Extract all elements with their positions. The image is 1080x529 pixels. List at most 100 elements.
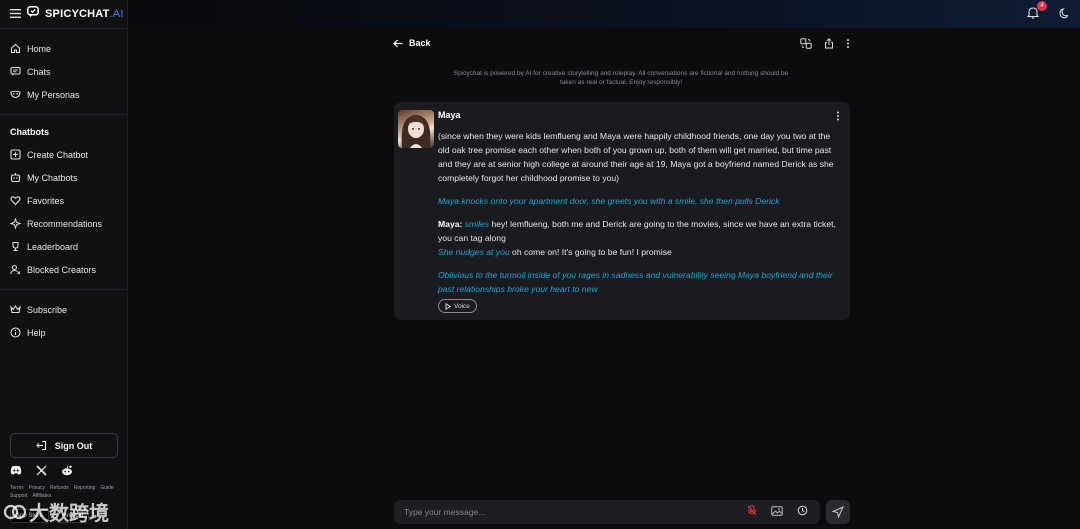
nav-leaderboard[interactable]: Leaderboard [0, 235, 127, 258]
sign-out-label: Sign Out [54, 440, 93, 451]
notification-badge: 4 [1037, 1, 1047, 11]
bot-icon [10, 173, 21, 183]
x-twitter-icon[interactable] [36, 465, 47, 476]
bot-message-card: Maya (since when they were kids lemfluen… [394, 102, 850, 320]
voice-button[interactable]: Voice [438, 299, 477, 313]
nav-my-personas-label: My Personas [27, 89, 80, 100]
brand-name: SPICYCHAT [45, 8, 110, 20]
microphone-off-icon[interactable] [747, 505, 757, 516]
translate-icon[interactable] [800, 37, 812, 49]
nav-blocked-creators[interactable]: Blocked Creators [0, 258, 127, 281]
extra-nav: Subscribe Help [0, 290, 127, 352]
nav-home-label: Home [27, 43, 52, 54]
brand-header: SPICYCHAT.AI [0, 0, 127, 28]
chatbots-nav: Chatbots Create Chatbot My Chatbots Favo… [0, 115, 127, 289]
nav-recommendations[interactable]: Recommendations [0, 212, 127, 235]
more-vertical-icon[interactable] [846, 38, 850, 49]
back-label: Back [409, 38, 431, 48]
footer-link[interactable]: Terms [10, 485, 24, 491]
message-action: Maya knocks onto your apartment door, sh… [438, 196, 780, 206]
sidebar: SPICYCHAT.AI Home Chats My Personas Chat… [0, 0, 128, 529]
share-icon[interactable] [824, 37, 834, 49]
chat-header: Back [393, 36, 850, 50]
back-button[interactable]: Back [393, 38, 431, 48]
footer-link[interactable]: Guide [100, 485, 113, 491]
send-icon [832, 506, 844, 518]
avatar[interactable] [398, 110, 434, 148]
discord-icon[interactable] [10, 465, 22, 475]
watermark: 大数跨境 [4, 497, 109, 526]
reddit-icon[interactable] [61, 465, 73, 476]
chat-header-actions [800, 37, 850, 49]
arrow-left-icon [393, 39, 403, 47]
main-nav: Home Chats My Personas [0, 29, 127, 114]
footer-link[interactable]: Refunds [50, 485, 69, 491]
info-icon [10, 327, 21, 338]
crown-icon [10, 304, 21, 314]
top-bar-actions: 4 [1026, 1, 1070, 20]
send-button[interactable] [826, 500, 850, 524]
message-intro: (since when they were kids lemflueng and… [438, 131, 834, 183]
nav-favorites-label: Favorites [27, 195, 65, 206]
message-action: She nudges at you [438, 247, 510, 257]
notifications-button[interactable]: 4 [1026, 1, 1047, 20]
spark-icon [10, 218, 21, 229]
footer-link[interactable]: Reporting [74, 485, 96, 491]
footer-link[interactable]: Privacy [29, 485, 45, 491]
moon-icon[interactable] [1059, 7, 1070, 19]
logo[interactable]: SPICYCHAT.AI [45, 8, 124, 20]
nav-chats-label: Chats [27, 66, 51, 77]
nav-subscribe[interactable]: Subscribe [0, 298, 127, 321]
nav-help[interactable]: Help [0, 321, 127, 344]
watermark-text: 大数跨境 [29, 501, 109, 525]
social-links [10, 465, 73, 476]
message-speech: hey! lemflueng, both me and Derick are g… [438, 219, 836, 243]
chat-area: Back Spicychat is powered by AI for crea… [128, 28, 1080, 529]
chat-icon [10, 66, 21, 76]
nav-chats[interactable]: Chats [0, 60, 127, 83]
nav-my-chatbots[interactable]: My Chatbots [0, 166, 127, 189]
plus-square-icon [10, 149, 21, 160]
nav-create-chatbot[interactable]: Create Chatbot [0, 143, 127, 166]
message-action: smiles [464, 219, 490, 229]
sign-out-button[interactable]: Sign Out [10, 433, 118, 458]
mask-icon [10, 90, 21, 99]
trophy-icon [12, 241, 19, 252]
top-bar: 4 [128, 0, 1080, 28]
voice-label: Voice [454, 302, 470, 310]
nav-recommendations-label: Recommendations [27, 218, 103, 229]
watermark-logo-icon [4, 504, 26, 519]
brand-suffix: .AI [109, 8, 124, 20]
heart-icon [10, 196, 21, 206]
message-input[interactable] [404, 504, 724, 520]
home-icon [10, 43, 21, 54]
speaker-label: Maya: [438, 219, 463, 229]
nav-my-chatbots-label: My Chatbots [27, 172, 78, 183]
nav-blocked-creators-label: Blocked Creators [27, 264, 97, 275]
hamburger-menu-icon[interactable] [10, 5, 21, 23]
history-icon[interactable] [797, 505, 808, 516]
message-menu-icon[interactable] [836, 111, 840, 121]
ai-disclaimer: Spicychat is powered by AI for creative … [453, 70, 789, 86]
nav-leaderboard-label: Leaderboard [27, 241, 79, 252]
user-block-icon [10, 264, 21, 275]
nav-subscribe-label: Subscribe [27, 304, 68, 315]
nav-favorites[interactable]: Favorites [0, 189, 127, 212]
message-body: (since when they were kids lemflueng and… [438, 129, 840, 305]
message-action: Oblivious to the turmoil inside of you r… [438, 270, 833, 294]
message-author[interactable]: Maya [438, 110, 461, 120]
section-title-chatbots: Chatbots [10, 127, 49, 137]
avatar-portrait-icon [401, 115, 431, 148]
message-input-bar [394, 500, 820, 524]
message-speech: oh come on! It's going to be fun! I prom… [509, 247, 672, 257]
logo-icon [27, 5, 39, 23]
nav-help-label: Help [27, 327, 46, 338]
message-dialogue: Maya: smiles hey! lemflueng, both me and… [438, 217, 840, 259]
input-actions [747, 505, 808, 516]
logout-icon [35, 440, 46, 451]
nav-home[interactable]: Home [0, 37, 127, 60]
image-icon[interactable] [771, 505, 783, 516]
play-icon [445, 302, 451, 310]
nav-create-chatbot-label: Create Chatbot [27, 149, 89, 160]
nav-my-personas[interactable]: My Personas [0, 83, 127, 106]
